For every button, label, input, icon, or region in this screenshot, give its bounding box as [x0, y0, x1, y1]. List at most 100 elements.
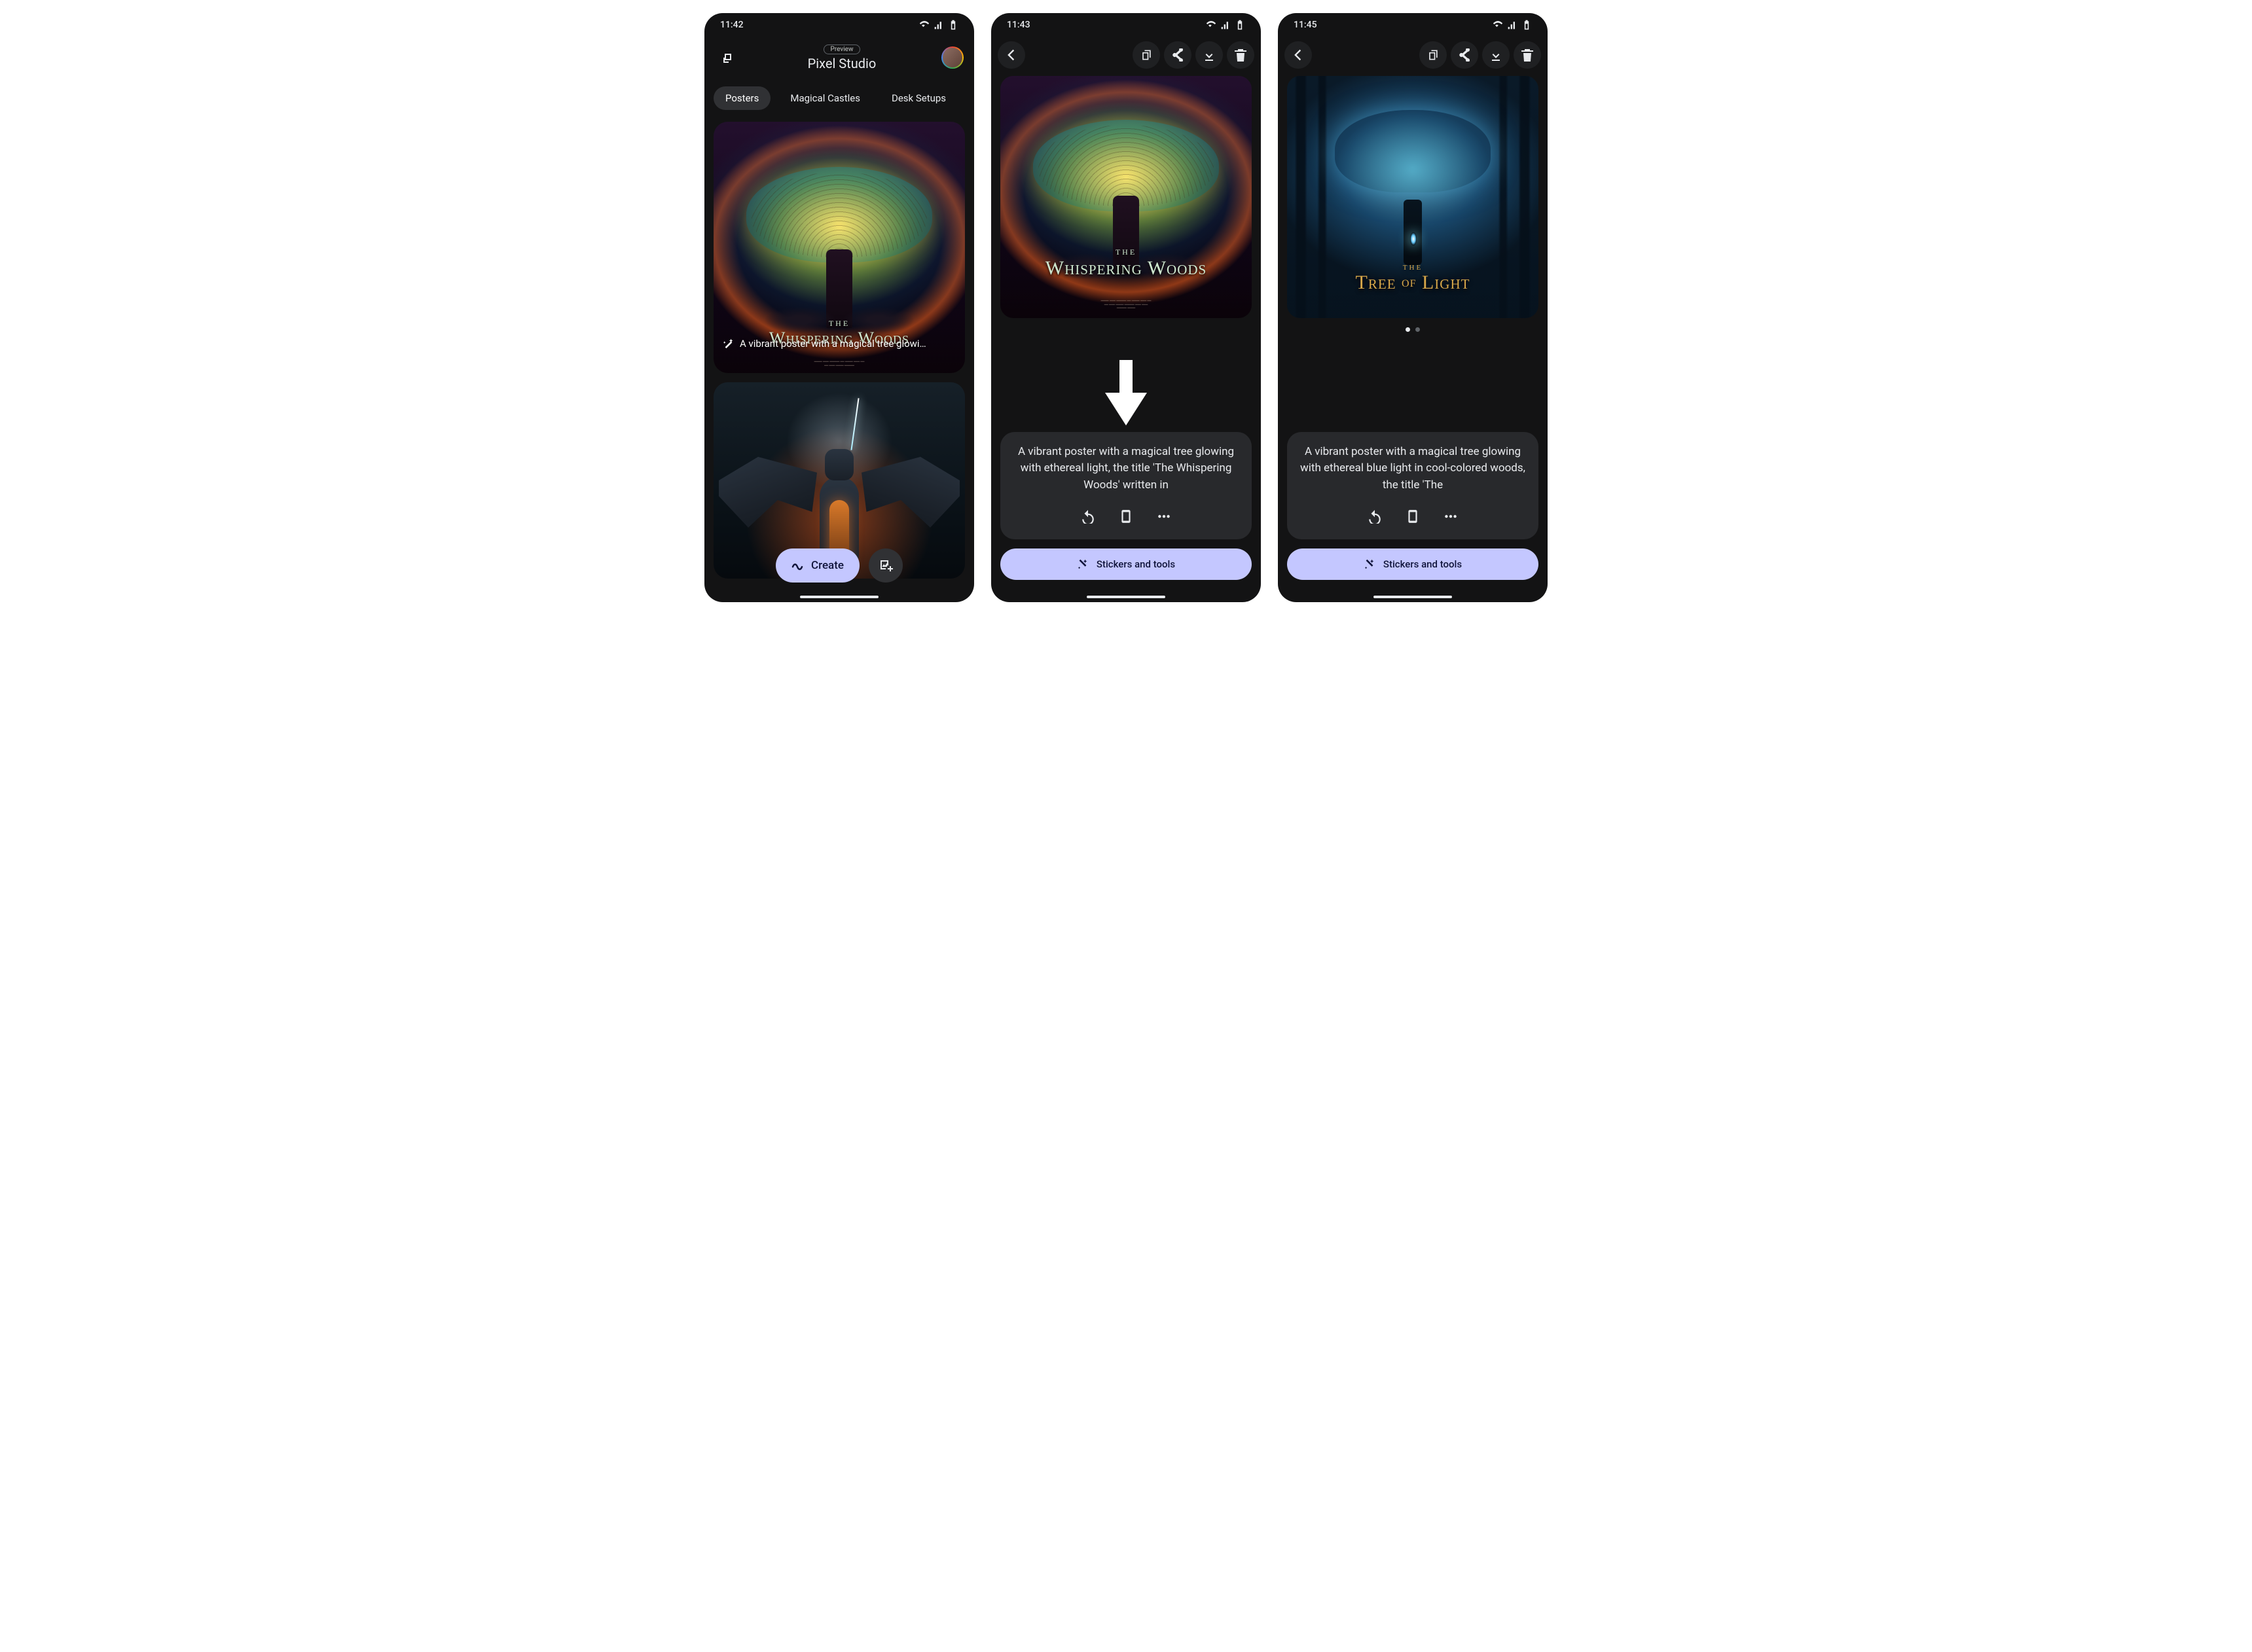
battery-icon: [1235, 20, 1245, 30]
tab-magical-castles[interactable]: Magical Castles: [778, 86, 872, 110]
poster-card-whispering-woods[interactable]: THE Whispering Woods ━━━━ ━━━ ━━━━━ ━━ ━…: [714, 122, 965, 373]
status-bar: 11:43: [991, 13, 1261, 37]
more-icon: [1444, 509, 1458, 524]
stickers-icon: [1077, 558, 1089, 570]
wifi-icon: [919, 20, 930, 30]
back-button[interactable]: [998, 41, 1025, 69]
stickers-icon: [1364, 558, 1375, 570]
more-button[interactable]: [1437, 503, 1464, 530]
regenerate-icon: [1081, 509, 1095, 524]
copy-button[interactable]: [1419, 41, 1447, 69]
profile-avatar[interactable]: [941, 46, 964, 69]
copy-icon: [1140, 48, 1153, 62]
create-label: Create: [811, 559, 844, 572]
screen-home: 11:42 Preview Pixel Studio Posters Magic…: [704, 13, 974, 602]
stickers-tools-button[interactable]: Stickers and tools: [1287, 548, 1538, 580]
gallery-button[interactable]: [715, 44, 742, 71]
delete-button[interactable]: [1514, 41, 1541, 69]
copy-icon: [1426, 48, 1440, 62]
wand-icon: [723, 338, 735, 350]
clock: 11:43: [1007, 20, 1030, 30]
page-dot: [1406, 327, 1410, 332]
screen-detail-2: 11:45 THE Tree OF Light A vib: [1278, 13, 1548, 602]
nav-handle[interactable]: [1373, 596, 1452, 598]
poster-credits: ━━━━ ━━━ ━━━━━ ━━ ━━━━ ━━━ ━━━━ ━━━ ━━━━…: [1025, 300, 1226, 311]
generated-image[interactable]: THE Tree OF Light: [1287, 76, 1538, 318]
phone-icon: [1119, 509, 1133, 524]
gallery-icon: [722, 51, 735, 64]
prompt-card[interactable]: A vibrant poster with a magical tree glo…: [1000, 432, 1252, 540]
generated-image[interactable]: THE Whispering Woods ━━━━ ━━━ ━━━━━ ━━ ━…: [1000, 76, 1252, 318]
poster-caption: A vibrant poster with a magical tree glo…: [723, 338, 956, 350]
screen-detail-1: 11:43 THE Whispering Woods ━━━━ ━━━ ━━━━…: [991, 13, 1261, 602]
copy-button[interactable]: [1133, 41, 1160, 69]
app-header: Preview Pixel Studio: [704, 37, 974, 79]
prompt-text: A vibrant poster with a magical tree glo…: [1012, 444, 1240, 494]
signal-icon: [1220, 20, 1231, 30]
stickers-label: Stickers and tools: [1097, 558, 1175, 570]
battery-icon: [1521, 20, 1532, 30]
share-button[interactable]: [1451, 41, 1478, 69]
app-title: Pixel Studio: [808, 56, 877, 71]
delete-button[interactable]: [1227, 41, 1254, 69]
poster-art: THE Whispering Woods ━━━━ ━━━ ━━━━━ ━━ ━…: [714, 122, 965, 373]
poster-title-small: THE: [714, 319, 965, 329]
trash-icon: [1234, 48, 1247, 62]
aspect-button[interactable]: [1399, 503, 1426, 530]
tab-posters[interactable]: Posters: [714, 86, 771, 110]
download-button[interactable]: [1482, 41, 1510, 69]
share-icon: [1171, 48, 1184, 62]
poster-title-small: THE: [1000, 247, 1252, 257]
create-button[interactable]: Create: [776, 548, 860, 583]
signal-icon: [934, 20, 944, 30]
detail-header: [991, 37, 1261, 73]
share-button[interactable]: [1164, 41, 1191, 69]
download-icon: [1203, 48, 1216, 62]
download-button[interactable]: [1195, 41, 1223, 69]
prompt-text: A vibrant poster with a magical tree glo…: [1299, 444, 1527, 494]
back-icon: [1292, 48, 1305, 62]
stickers-tools-button[interactable]: Stickers and tools: [1000, 548, 1252, 580]
download-icon: [1489, 48, 1502, 62]
status-bar: 11:42: [704, 13, 974, 37]
phone-icon: [1406, 509, 1420, 524]
more-icon: [1157, 509, 1171, 524]
clock: 11:42: [720, 20, 744, 30]
add-image-button[interactable]: [869, 548, 903, 583]
poster-caption-text: A vibrant poster with a magical tree glo…: [740, 338, 926, 350]
share-icon: [1458, 48, 1471, 62]
poster-credits: ━━━━ ━━━ ━━━━━ ━━ ━━━━ ━━━ ━━━━ ━━━ ━━━━…: [738, 361, 939, 368]
detail-header: [1278, 37, 1548, 73]
signal-icon: [1507, 20, 1517, 30]
regenerate-button[interactable]: [1361, 503, 1389, 530]
nav-handle[interactable]: [1087, 596, 1165, 598]
nav-handle[interactable]: [800, 596, 879, 598]
regenerate-icon: [1368, 509, 1382, 524]
preview-badge: Preview: [824, 45, 861, 54]
poster-title-big: Whispering Woods: [1000, 257, 1252, 279]
battery-icon: [948, 20, 958, 30]
more-button[interactable]: [1150, 503, 1178, 530]
feed[interactable]: THE Whispering Woods ━━━━ ━━━ ━━━━━ ━━ ━…: [704, 122, 974, 602]
tab-desk-setups[interactable]: Desk Setups: [880, 86, 958, 110]
category-tabs: Posters Magical Castles Desk Setups Meme…: [704, 79, 974, 122]
squiggle-icon: [791, 559, 805, 572]
page-indicator: [1278, 327, 1548, 332]
add-image-icon: [879, 558, 893, 573]
regenerate-button[interactable]: [1074, 503, 1102, 530]
trash-icon: [1521, 48, 1534, 62]
wifi-icon: [1206, 20, 1216, 30]
page-dot: [1415, 327, 1420, 332]
prompt-card[interactable]: A vibrant poster with a magical tree glo…: [1287, 432, 1538, 540]
fab-row: Create: [776, 548, 903, 583]
tab-meme[interactable]: Meme F: [966, 86, 974, 110]
annotation-arrow-down-icon: [1105, 360, 1147, 428]
stickers-label: Stickers and tools: [1383, 558, 1462, 570]
back-icon: [1005, 48, 1018, 62]
status-bar: 11:45: [1278, 13, 1548, 37]
back-button[interactable]: [1284, 41, 1312, 69]
poster-title: THE Tree OF Light: [1287, 264, 1538, 294]
clock: 11:45: [1294, 20, 1317, 30]
aspect-button[interactable]: [1112, 503, 1140, 530]
wifi-icon: [1493, 20, 1503, 30]
